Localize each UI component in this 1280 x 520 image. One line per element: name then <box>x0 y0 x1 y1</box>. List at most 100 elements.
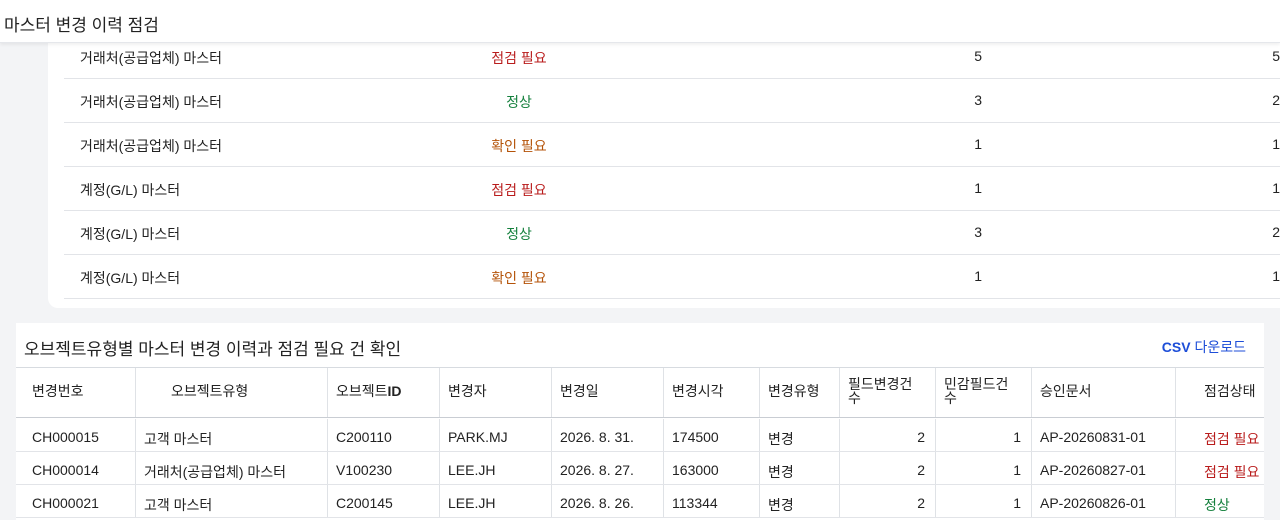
status-cell: 확인 필요 <box>491 138 547 154</box>
summary-row[interactable]: 거래처(공급업체) 마스터 정상 3 2 <box>64 79 1280 123</box>
cell-text: 2026. 8. 27. <box>560 462 634 478</box>
count-cell: 5 <box>1272 48 1280 64</box>
col-header-label-line1: 필드변경건 <box>848 376 913 392</box>
cell-change-time: 113344 <box>664 485 760 517</box>
col-header-label-prefix: 오브젝트 <box>336 383 388 399</box>
cell-change-date: 2026. 8. 31. <box>552 419 664 451</box>
col-header-change-kind[interactable]: 변경유형 <box>760 368 840 417</box>
status-cell: 점검 필요 <box>491 50 547 66</box>
cell-object-id: V100230 <box>328 452 440 484</box>
status-cell: 확인 필요 <box>491 270 547 286</box>
col-header-label: 변경시각 <box>672 383 724 399</box>
status-cell: 정상 <box>506 226 532 242</box>
summary-row[interactable]: 거래처(공급업체) 마스터 확인 필요 1 1 <box>64 123 1280 167</box>
count-cell: 1 <box>1272 268 1280 284</box>
object-type-cell: 거래처(공급업체) 마스터 <box>80 50 223 66</box>
cell-text: V100230 <box>336 462 393 478</box>
status-cell: 점검 필요 <box>491 182 547 198</box>
cell-text: 변경 <box>768 431 794 447</box>
table-row[interactable]: CH000021 고객 마스터 C200145 LEE.JH 2026. 8. 26. 1… <box>16 485 1264 518</box>
cell-text: 2 <box>917 495 925 511</box>
cell-text: 1 <box>1013 462 1021 478</box>
cell-object-id: C200145 <box>328 485 440 517</box>
col-header-label-line1: 민감필드건 <box>944 376 1009 392</box>
cell-text: 163000 <box>672 462 719 478</box>
summary-row[interactable]: 계정(G/L) 마스터 점검 필요 1 1 <box>64 167 1280 211</box>
col-header-label: 점검상태 <box>1204 383 1256 399</box>
cell-changer: LEE.JH <box>440 485 552 517</box>
col-header-label: 변경일 <box>560 383 599 399</box>
cell-field-changes: 2 <box>840 452 936 484</box>
col-header-change-no[interactable]: 변경번호 <box>16 368 136 417</box>
col-header-changer[interactable]: 변경자 <box>440 368 552 417</box>
summary-row[interactable]: 계정(G/L) 마스터 확인 필요 1 1 <box>64 255 1280 299</box>
col-header-label: 민감필드건 수 <box>944 377 1008 405</box>
cell-text: AP-20260827-01 <box>1040 462 1146 478</box>
cell-sensitive: 1 <box>936 419 1032 451</box>
count-cell: 1 <box>1272 180 1280 196</box>
detail-card: 오브젝트유형별 마스터 변경 이력과 점검 필요 건 확인 CSV 다운로드 변… <box>16 323 1264 520</box>
cell-change-no: CH000015 <box>16 419 136 451</box>
col-header-change-date[interactable]: 변경일 <box>552 368 664 417</box>
col-header-change-time[interactable]: 변경시각 <box>664 368 760 417</box>
count-cell: 1 <box>974 268 982 284</box>
cell-text: 변경 <box>768 464 794 480</box>
detail-title: 오브젝트유형별 마스터 변경 이력과 점검 필요 건 확인 <box>24 340 402 359</box>
cell-approval-doc: AP-20260826-01 <box>1032 485 1176 517</box>
cell-change-time: 163000 <box>664 452 760 484</box>
summary-card: 거래처(공급업체) 마스터 점검 필요 5 5 거래처(공급업체) 마스터 정상 3 2 거래처… <box>48 36 1280 308</box>
cell-text: 2026. 8. 26. <box>560 495 634 511</box>
cell-text: CH000015 <box>32 429 99 445</box>
col-header-object-type[interactable]: 오브젝트유형 <box>136 368 328 417</box>
cell-text: 2026. 8. 31. <box>560 429 634 445</box>
col-header-label-suffix: ID <box>387 383 402 399</box>
col-header-label: 변경자 <box>448 383 487 399</box>
object-type-cell: 계정(G/L) 마스터 <box>80 182 181 198</box>
cell-object-type: 고객 마스터 <box>136 485 328 517</box>
cell-check-status: 정상 <box>1176 485 1264 517</box>
cell-change-kind: 변경 <box>760 485 840 517</box>
cell-text: 고객 마스터 <box>144 431 213 447</box>
cell-sensitive: 1 <box>936 485 1032 517</box>
cell-text: 거래처(공급업체) 마스터 <box>144 464 287 480</box>
table-row[interactable]: CH000015 고객 마스터 C200110 PARK.MJ 2026. 8. 31.… <box>16 419 1264 452</box>
col-header-approval-doc[interactable]: 승인문서 <box>1032 368 1176 417</box>
status-cell: 정상 <box>506 94 532 110</box>
count-cell: 1 <box>974 136 982 152</box>
col-header-sensitive-fields[interactable]: 민감필드건 수 <box>936 368 1032 417</box>
csv-download-label-prefix: CSV <box>1161 339 1191 355</box>
col-header-label: 승인문서 <box>1040 383 1092 399</box>
cell-text: 변경 <box>768 497 794 513</box>
cell-sensitive: 1 <box>936 452 1032 484</box>
cell-text: C200110 <box>336 429 392 445</box>
col-header-field-changes[interactable]: 필드변경건 수 <box>840 368 936 417</box>
table-row[interactable]: CH000014 거래처(공급업체) 마스터 V100230 LEE.JH 2026. … <box>16 452 1264 485</box>
cell-change-date: 2026. 8. 27. <box>552 452 664 484</box>
col-header-label: 필드변경건 수 <box>848 377 912 405</box>
col-header-check-status[interactable]: 점검상태 <box>1176 368 1264 417</box>
cell-change-kind: 변경 <box>760 452 840 484</box>
detail-table-header: 변경번호 오브젝트유형 오브젝트ID 변경자 변경일 변경시각 변경유형 필드변… <box>16 367 1264 418</box>
col-header-label: 오브젝트ID <box>336 384 402 398</box>
cell-text: LEE.JH <box>448 462 496 478</box>
cell-text: CH000014 <box>32 462 99 478</box>
cell-text: 점검 필요 <box>1204 464 1260 480</box>
cell-change-date: 2026. 8. 26. <box>552 485 664 517</box>
cell-text: CH000021 <box>32 495 99 511</box>
cell-text: 2 <box>917 429 925 445</box>
cell-object-type: 거래처(공급업체) 마스터 <box>136 452 328 484</box>
cell-changer: PARK.MJ <box>440 419 552 451</box>
col-header-object-id[interactable]: 오브젝트ID <box>328 368 440 417</box>
summary-row[interactable]: 계정(G/L) 마스터 정상 3 2 <box>64 211 1280 255</box>
cell-approval-doc: AP-20260831-01 <box>1032 419 1176 451</box>
object-type-cell: 계정(G/L) 마스터 <box>80 226 181 242</box>
cell-text: 고객 마스터 <box>144 497 213 513</box>
cell-approval-doc: AP-20260827-01 <box>1032 452 1176 484</box>
count-cell: 2 <box>1272 224 1280 240</box>
cell-text: LEE.JH <box>448 495 496 511</box>
cell-change-kind: 변경 <box>760 419 840 451</box>
cell-text: 2 <box>917 462 925 478</box>
cell-text: 174500 <box>672 429 719 445</box>
cell-changer: LEE.JH <box>440 452 552 484</box>
csv-download-button[interactable]: CSV 다운로드 <box>1162 337 1246 357</box>
